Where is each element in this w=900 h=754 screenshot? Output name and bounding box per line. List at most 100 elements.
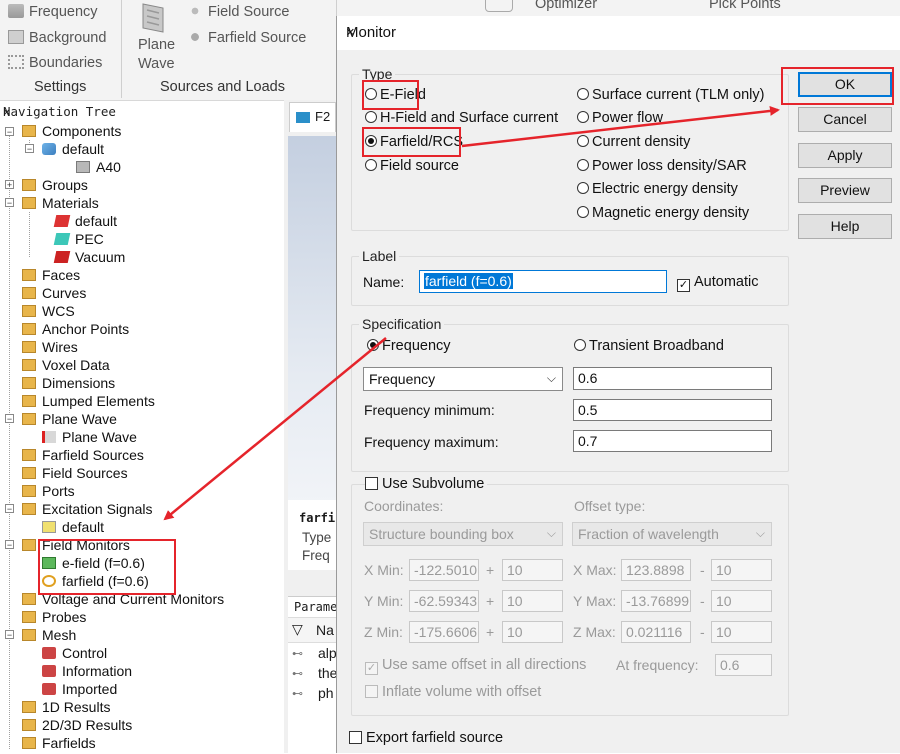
frequency-type-select[interactable]: Frequency ⌵	[363, 367, 563, 391]
tree-item-curves[interactable]: Curves	[22, 284, 86, 302]
radio-magnetic-energy-density[interactable]: Magnetic energy density	[577, 205, 749, 221]
radio-surface-current[interactable]: Surface current (TLM only)	[577, 87, 764, 103]
tree-item-mesh-imported[interactable]: Imported	[42, 680, 117, 698]
tree-item-field-monitors[interactable]: Field Monitors	[22, 536, 130, 554]
ok-button[interactable]: OK	[798, 72, 892, 97]
tree-item-ports[interactable]: Ports	[22, 482, 75, 500]
tree-item-pec[interactable]: PEC	[53, 230, 104, 248]
radio-e-field[interactable]: E-Field	[365, 87, 426, 103]
export-farfield-source-checkbox[interactable]: Export farfield source	[349, 730, 503, 746]
filter-icon[interactable]: ▽	[292, 621, 303, 638]
ribbon-background[interactable]: Background	[8, 30, 106, 46]
frequency-max-input[interactable]: 0.7	[573, 430, 772, 452]
ribbon-farfield-source[interactable]: Farfield Source	[187, 30, 306, 46]
tree-item-e-field-monitor[interactable]: e-field (f=0.6)	[42, 554, 145, 572]
zmax-input[interactable]: 0.021116	[621, 621, 691, 643]
radio-spec-transient[interactable]: Transient Broadband	[574, 338, 724, 354]
tree-item-component-default[interactable]: default	[42, 140, 104, 158]
apply-button[interactable]: Apply	[798, 143, 892, 168]
same-offset-checkbox[interactable]: ✓ Use same offset in all directions	[365, 657, 586, 675]
expander-icon[interactable]: −	[5, 540, 14, 550]
expander-icon[interactable]: +	[5, 180, 14, 190]
tree-item-excitation-signals[interactable]: Excitation Signals	[22, 500, 153, 518]
tree-item-probes[interactable]: Probes	[22, 608, 86, 626]
tree-item-voltage-current-monitors[interactable]: Voltage and Current Monitors	[22, 590, 224, 608]
xmax-input[interactable]: 123.8898	[621, 559, 691, 581]
radio-field-source[interactable]: Field source	[365, 158, 459, 174]
ribbon-boundaries[interactable]: Boundaries	[8, 55, 102, 71]
param-row-name[interactable]: alp	[318, 645, 337, 661]
ymin-offset-input[interactable]: 10	[502, 590, 563, 612]
view-tab[interactable]: F2	[289, 102, 336, 132]
param-row-name[interactable]: the	[318, 665, 337, 681]
radio-power-flow[interactable]: Power flow	[577, 110, 663, 126]
tree-item-material-default[interactable]: default	[53, 212, 117, 230]
frequency-min-input[interactable]: 0.5	[573, 399, 772, 421]
tree-item-farfields[interactable]: Farfields	[22, 734, 96, 752]
expander-icon[interactable]: −	[5, 504, 14, 514]
tree-item-materials[interactable]: Materials	[22, 194, 99, 212]
tree-item-wcs[interactable]: WCS	[22, 302, 75, 320]
plane-button-label[interactable]: Plane	[138, 37, 175, 53]
ribbon-optimizer[interactable]: Optimizer	[535, 0, 597, 12]
radio-current-density[interactable]: Current density	[577, 134, 690, 150]
coordinates-select[interactable]: Structure bounding box ⌵	[363, 522, 563, 546]
name-input[interactable]: farfield (f=0.6)	[419, 270, 667, 293]
tree-item-field-sources[interactable]: Field Sources	[22, 464, 128, 482]
tree-item-groups[interactable]: Groups	[22, 176, 88, 194]
frequency-input[interactable]: 0.6	[573, 367, 772, 390]
expander-icon[interactable]: −	[5, 630, 14, 640]
expander-icon[interactable]: −	[5, 198, 14, 208]
tree-item-plane-wave[interactable]: Plane Wave	[42, 428, 137, 446]
radio-h-field[interactable]: H-Field and Surface current	[365, 110, 558, 126]
inflate-volume-checkbox[interactable]: Inflate volume with offset	[365, 684, 541, 700]
ribbon-frequency[interactable]: Frequency	[8, 4, 98, 20]
tree-item-lumped-elements[interactable]: Lumped Elements	[22, 392, 155, 410]
param-row-name[interactable]: ph	[318, 685, 334, 701]
tree-item-mesh[interactable]: Mesh	[22, 626, 76, 644]
zmax-offset-input[interactable]: 10	[711, 621, 772, 643]
ribbon-field-source[interactable]: Field Source	[187, 4, 289, 20]
radio-power-loss-density[interactable]: Power loss density/SAR	[577, 158, 747, 174]
tree-item-a40[interactable]: A40	[76, 158, 121, 176]
xmin-input[interactable]: -122.5010	[409, 559, 479, 581]
tree-item-faces[interactable]: Faces	[22, 266, 80, 284]
preview-button[interactable]: Preview	[798, 178, 892, 203]
use-subvolume-checkbox[interactable]: Use Subvolume	[365, 476, 488, 492]
expander-icon[interactable]: −	[5, 414, 14, 424]
tree-item-mesh-control[interactable]: Control	[42, 644, 107, 662]
ymin-input[interactable]: -62.59343	[409, 590, 479, 612]
tree-item-wires[interactable]: Wires	[22, 338, 78, 356]
tree-item-components[interactable]: Components	[22, 122, 121, 140]
tree-item-voxel-data[interactable]: Voxel Data	[22, 356, 110, 374]
zmin-input[interactable]: -175.6606	[409, 621, 479, 643]
ribbon-pick-points[interactable]: Pick Points	[709, 0, 781, 12]
tree-item-farfield-sources[interactable]: Farfield Sources	[22, 446, 144, 464]
ymax-offset-input[interactable]: 10	[711, 590, 772, 612]
tree-item-2d3d-results[interactable]: 2D/3D Results	[22, 716, 132, 734]
tree-item-signal-default[interactable]: default	[42, 518, 104, 536]
tree-item-dimensions[interactable]: Dimensions	[22, 374, 115, 392]
dialog-close-icon[interactable]: ×	[346, 24, 896, 41]
expander-icon[interactable]: −	[25, 144, 34, 154]
radio-farfield-rcs[interactable]: Farfield/RCS	[365, 134, 463, 150]
tree-item-vacuum[interactable]: Vacuum	[53, 248, 125, 266]
tree-item-plane-wave-folder[interactable]: Plane Wave	[22, 410, 117, 428]
tree-item-1d-results[interactable]: 1D Results	[22, 698, 110, 716]
automatic-checkbox[interactable]: ✓ Automatic	[677, 274, 758, 292]
help-button[interactable]: Help	[798, 214, 892, 239]
tree-item-farfield-monitor[interactable]: farfield (f=0.6)	[42, 572, 149, 590]
radio-spec-frequency[interactable]: Frequency	[367, 338, 451, 354]
zmin-offset-input[interactable]: 10	[502, 621, 563, 643]
offset-type-select[interactable]: Fraction of wavelength ⌵	[572, 522, 772, 546]
cancel-button[interactable]: Cancel	[798, 107, 892, 132]
at-frequency-input[interactable]: 0.6	[715, 654, 772, 676]
expander-icon[interactable]: −	[5, 127, 14, 137]
tree-item-mesh-information[interactable]: Information	[42, 662, 132, 680]
navigation-close-icon[interactable]: ×	[3, 104, 276, 119]
wave-button-label[interactable]: Wave	[138, 56, 175, 72]
ymax-input[interactable]: -13.76899	[621, 590, 691, 612]
xmin-offset-input[interactable]: 10	[502, 559, 563, 581]
3d-view-canvas[interactable]	[288, 136, 336, 536]
xmax-offset-input[interactable]: 10	[711, 559, 772, 581]
